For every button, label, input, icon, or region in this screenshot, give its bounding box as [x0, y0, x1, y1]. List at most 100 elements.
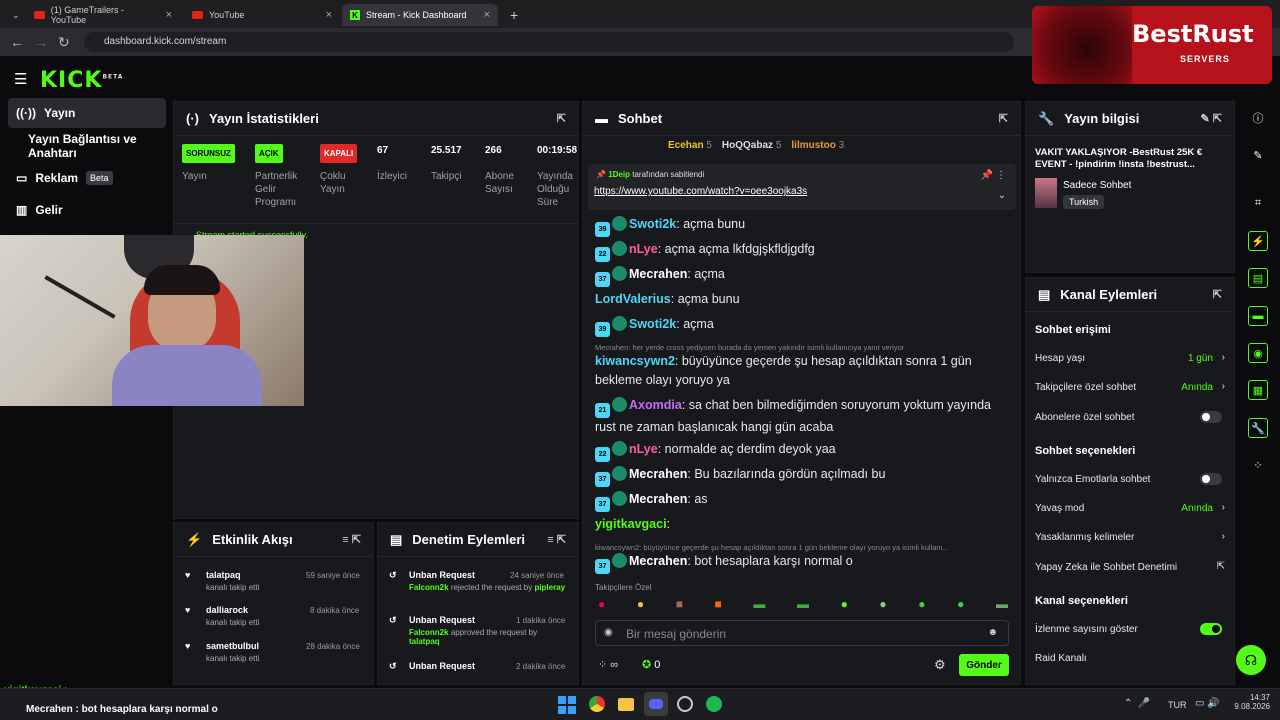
language-indicator[interactable]: TUR: [1168, 700, 1187, 710]
kick-logo[interactable]: KICKBETA: [40, 68, 123, 93]
chat-message[interactable]: 37 Mecrahen: Bu bazılarında gördün açılma…: [595, 465, 1005, 487]
pin-options-icon[interactable]: 📌 ⋮: [981, 170, 1006, 181]
chat-message[interactable]: yigitkavgaci:: [595, 515, 1005, 534]
chat-icon[interactable]: ▬: [1248, 306, 1268, 326]
chat-message[interactable]: 22 nLye: normalde aç derdim deyok yaa: [595, 440, 1005, 462]
show-viewers-toggle[interactable]: [1200, 623, 1222, 635]
menu-icon[interactable]: ☰: [14, 70, 27, 88]
wrench-icon[interactable]: 🔧: [1248, 418, 1268, 438]
chat-message[interactable]: kiwancsywn2: büyüyünce geçerde şu hesap …: [595, 352, 1005, 390]
row-banned-words[interactable]: Yasaklanmış kelimeler ›: [1035, 531, 1225, 543]
row-ai-moderation[interactable]: Yapay Zeka ile Sohbet Denetimi ⇱: [1035, 561, 1225, 573]
close-tab-icon[interactable]: ×: [484, 9, 490, 21]
chevron-down-icon[interactable]: ⌄: [998, 190, 1006, 201]
chat-username[interactable]: Axomdia: [629, 398, 682, 412]
chat-message[interactable]: 37 Mecrahen: açma: [595, 265, 1005, 287]
send-button[interactable]: Gönder: [959, 654, 1009, 676]
pinned-message[interactable]: 📌 1Deip tarafından sabitlendi https://ww…: [588, 164, 1016, 210]
windows-start-icon[interactable]: [558, 696, 576, 714]
emote-only-toggle[interactable]: [1200, 473, 1222, 485]
tab-list-button[interactable]: ⌄: [4, 4, 24, 26]
chat-username[interactable]: LordValerius: [595, 292, 671, 306]
chat-message[interactable]: 37 Mecrahen: bot hesaplara karşı normal o: [595, 552, 1005, 574]
chat-username[interactable]: Swoti2k: [629, 317, 676, 331]
spotify-icon[interactable]: [706, 696, 722, 712]
file-explorer-icon[interactable]: [618, 698, 634, 711]
sub-badge: 37: [595, 272, 610, 287]
edit-icon[interactable]: ✎ ⇱: [1201, 112, 1223, 125]
close-tab-icon[interactable]: ×: [326, 9, 332, 21]
chat-message[interactable]: 39 Swoti2k: açma: [595, 315, 1005, 337]
new-tab-button[interactable]: +: [502, 4, 522, 26]
chat-username[interactable]: kiwancsywn2: [595, 354, 675, 368]
heart-icon: ♥: [185, 570, 191, 580]
obs-icon[interactable]: [677, 696, 693, 712]
chat-message[interactable]: LordValerius: açma bunu: [595, 290, 1005, 309]
chat-settings-icon[interactable]: ◉: [604, 627, 613, 638]
sidebar-item-yayin[interactable]: ((·)) Yayın: [8, 98, 166, 128]
sidebar-item-reklam[interactable]: ▭ Reklam Beta: [8, 163, 166, 193]
tab-kick-dashboard[interactable]: K Stream - Kick Dashboard ×: [342, 4, 498, 26]
broadcast-icon[interactable]: ◉: [1248, 343, 1268, 363]
subs-only-toggle[interactable]: [1200, 411, 1222, 423]
chat-gear-icon[interactable]: ⚙: [934, 657, 946, 673]
chrome-icon[interactable]: [589, 696, 605, 712]
lightning-icon[interactable]: ⚡: [1248, 231, 1268, 251]
popout-icon[interactable]: ⇱: [999, 112, 1008, 125]
tab-youtube[interactable]: YouTube ×: [184, 4, 340, 26]
chat-message[interactable]: 22 nLye: açma açma lkfdgjşkfldjgdfg: [595, 240, 1005, 262]
external-link-icon: ⇱: [1216, 561, 1225, 572]
popout-icon[interactable]: ⇱: [1213, 288, 1222, 301]
clock[interactable]: 14:37 9.08.2026: [1232, 693, 1270, 711]
row-raid[interactable]: Raid Kanalı: [1035, 653, 1225, 664]
chat-message[interactable]: 21 Axomdia: sa chat ben bilmediğimden sor…: [595, 396, 1005, 437]
chat-icon: ▬: [595, 111, 608, 126]
youtube-icon: [34, 11, 45, 19]
row-slow-mode[interactable]: Yavaş mod Anında ›: [1035, 502, 1225, 514]
document-icon[interactable]: ▤: [1248, 268, 1268, 288]
url-input[interactable]: dashboard.kick.com/stream: [84, 32, 1014, 52]
chat-username[interactable]: Mecrahen: [629, 492, 687, 506]
badge-icon: [612, 553, 627, 568]
network-volume-icons[interactable]: ▭ 🔊: [1195, 698, 1220, 709]
section-chat-options: Sohbet seçenekleri: [1035, 445, 1136, 457]
popout-icon[interactable]: ⇱: [557, 112, 566, 125]
close-tab-icon[interactable]: ×: [166, 9, 172, 21]
info-icon[interactable]: ⓘ: [1248, 108, 1268, 128]
chat-username[interactable]: Swoti2k: [629, 217, 676, 231]
focus-icon[interactable]: ⌗: [1248, 193, 1268, 213]
chat-input[interactable]: ◉ Bir mesaj gönderin ☻: [595, 620, 1009, 646]
emote-bar[interactable]: ● ● ■ ■ ▬ ▬ ● ● ● ● ▬: [598, 597, 1008, 615]
back-icon[interactable]: ←: [10, 34, 24, 50]
chat-username[interactable]: nLye: [629, 242, 658, 256]
chat-text: açma bunu: [683, 217, 746, 231]
discord-icon[interactable]: [644, 692, 668, 716]
forward-icon[interactable]: →: [34, 34, 48, 50]
layout-icon[interactable]: ▦: [1248, 380, 1268, 400]
chat-username[interactable]: nLye: [629, 442, 658, 456]
heart-icon: ♥: [185, 605, 191, 615]
stats-title: Yayın İstatistikleri: [209, 111, 319, 126]
sidebar-item-gelir[interactable]: ▥ Gelir: [8, 195, 166, 225]
points-icon[interactable]: ✪ 0: [642, 658, 660, 671]
chat-message[interactable]: 37 Mecrahen: as: [595, 490, 1005, 512]
chat-username[interactable]: Mecrahen: [629, 554, 687, 568]
support-button[interactable]: ☊: [1236, 645, 1266, 675]
tray-icons[interactable]: ⌃ 🎤: [1124, 698, 1150, 709]
apps-icon[interactable]: ⁘: [1248, 455, 1268, 475]
reload-icon[interactable]: ↻: [58, 34, 70, 51]
row-followers-only[interactable]: Takipçilere özel sohbet Anında ›: [1035, 381, 1225, 393]
chat-username[interactable]: yigitkavgaci: [595, 517, 667, 531]
filter-icon[interactable]: ≡ ⇱: [342, 533, 361, 546]
pinned-link[interactable]: https://www.youtube.com/watch?v=oee3oojk…: [594, 186, 807, 197]
filter-icon[interactable]: ≡ ⇱: [547, 533, 566, 546]
edit-icon[interactable]: ✎: [1248, 145, 1268, 165]
chat-username[interactable]: Mecrahen: [629, 267, 687, 281]
sub-badge: 37: [595, 472, 610, 487]
sidebar-item-stream-key[interactable]: Yayın Bağlantısı ve Anahtarı: [20, 131, 178, 161]
chat-message[interactable]: 39 Swoti2k: açma bunu: [595, 215, 1005, 237]
row-account-age[interactable]: Hesap yaşı 1 gün ›: [1035, 352, 1225, 364]
chat-username[interactable]: Mecrahen: [629, 467, 687, 481]
emoji-icon[interactable]: ☻: [987, 627, 998, 638]
tab-gametrailers[interactable]: (1) GameTrailers - YouTube ×: [26, 4, 180, 26]
